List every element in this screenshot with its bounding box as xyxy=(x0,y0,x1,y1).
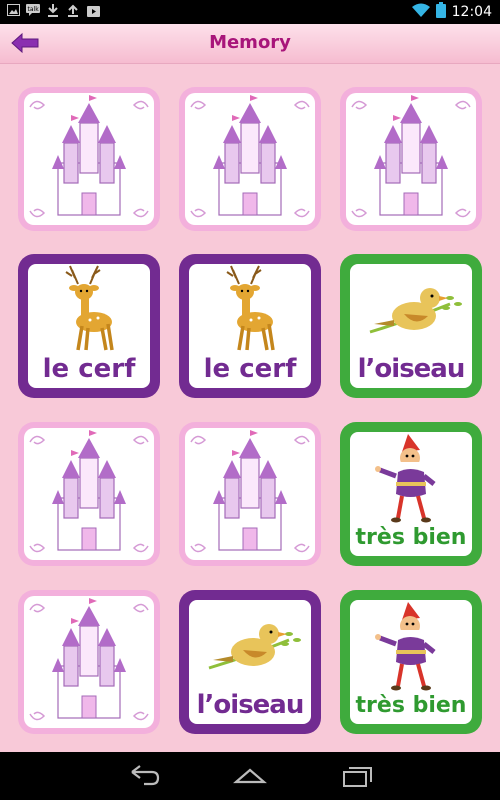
bird-icon xyxy=(369,288,462,334)
card-back-face xyxy=(24,93,154,225)
card-front-face: l’oiseau xyxy=(350,264,472,388)
card-back-face xyxy=(24,428,154,560)
card-revealed[interactable]: le cerf xyxy=(179,254,321,398)
castle-icon xyxy=(190,430,310,553)
castle-icon xyxy=(190,95,310,218)
talk-icon: talk xyxy=(26,3,40,17)
card-front-face: le cerf xyxy=(28,264,150,388)
navigation-bar xyxy=(0,752,500,800)
notification-icons: talk xyxy=(6,3,100,17)
card-word: très bien xyxy=(355,525,467,550)
clock: 12:04 xyxy=(451,4,492,20)
card-revealed[interactable]: le cerf xyxy=(18,254,160,398)
card-back-face xyxy=(185,93,315,225)
upload-icon xyxy=(66,3,80,17)
gnome-icon xyxy=(375,434,436,523)
card-word: l’oiseau xyxy=(357,354,466,384)
card-word: le cerf xyxy=(42,354,136,384)
castle-icon xyxy=(29,95,149,218)
card-word: très bien xyxy=(355,693,467,718)
card-front-face: le cerf xyxy=(189,264,311,388)
recents-nav-icon xyxy=(343,767,372,787)
card-revealed[interactable]: l’oiseau xyxy=(179,590,321,734)
play-store-icon xyxy=(86,3,100,17)
system-status: 12:04 xyxy=(411,2,492,22)
page-title: Memory xyxy=(209,32,291,53)
back-nav-icon xyxy=(131,765,160,786)
card-back-face xyxy=(346,93,476,225)
card-front-face: très bien xyxy=(350,600,472,724)
card-word: l’oiseau xyxy=(196,690,305,720)
card-word: le cerf xyxy=(203,354,297,384)
bird-icon xyxy=(208,624,301,670)
card-hidden[interactable] xyxy=(179,87,321,231)
card-back-face xyxy=(24,596,154,728)
card-hidden[interactable] xyxy=(179,422,321,566)
castle-icon xyxy=(29,598,149,721)
card-revealed[interactable]: très bien xyxy=(340,590,482,734)
nav-home-button[interactable] xyxy=(232,764,268,788)
nav-recents-button[interactable] xyxy=(340,764,376,788)
home-nav-icon xyxy=(233,768,267,784)
wifi-icon xyxy=(411,3,430,21)
card-hidden[interactable] xyxy=(340,87,482,231)
nav-back-button[interactable] xyxy=(126,764,162,788)
battery-icon xyxy=(435,2,446,22)
castle-icon xyxy=(351,95,471,218)
app-bar: Memory xyxy=(0,24,500,64)
deer-icon xyxy=(226,265,275,351)
deer-icon xyxy=(65,265,114,351)
svg-text:talk: talk xyxy=(28,6,40,13)
download-icon xyxy=(46,3,60,17)
status-bar: talk 12:04 xyxy=(0,0,500,24)
card-front-face: très bien xyxy=(350,432,472,556)
card-hidden[interactable] xyxy=(18,422,160,566)
card-revealed[interactable]: l’oiseau xyxy=(340,254,482,398)
card-hidden[interactable] xyxy=(18,590,160,734)
card-revealed[interactable]: très bien xyxy=(340,422,482,566)
card-front-face: l’oiseau xyxy=(189,600,311,724)
gnome-icon xyxy=(375,602,436,691)
card-back-face xyxy=(185,428,315,560)
memory-game-screen: Memory le cerf le cerf l’oiseau très bie… xyxy=(0,24,500,752)
image-icon xyxy=(6,3,20,17)
castle-icon xyxy=(29,430,149,553)
card-hidden[interactable] xyxy=(18,87,160,231)
